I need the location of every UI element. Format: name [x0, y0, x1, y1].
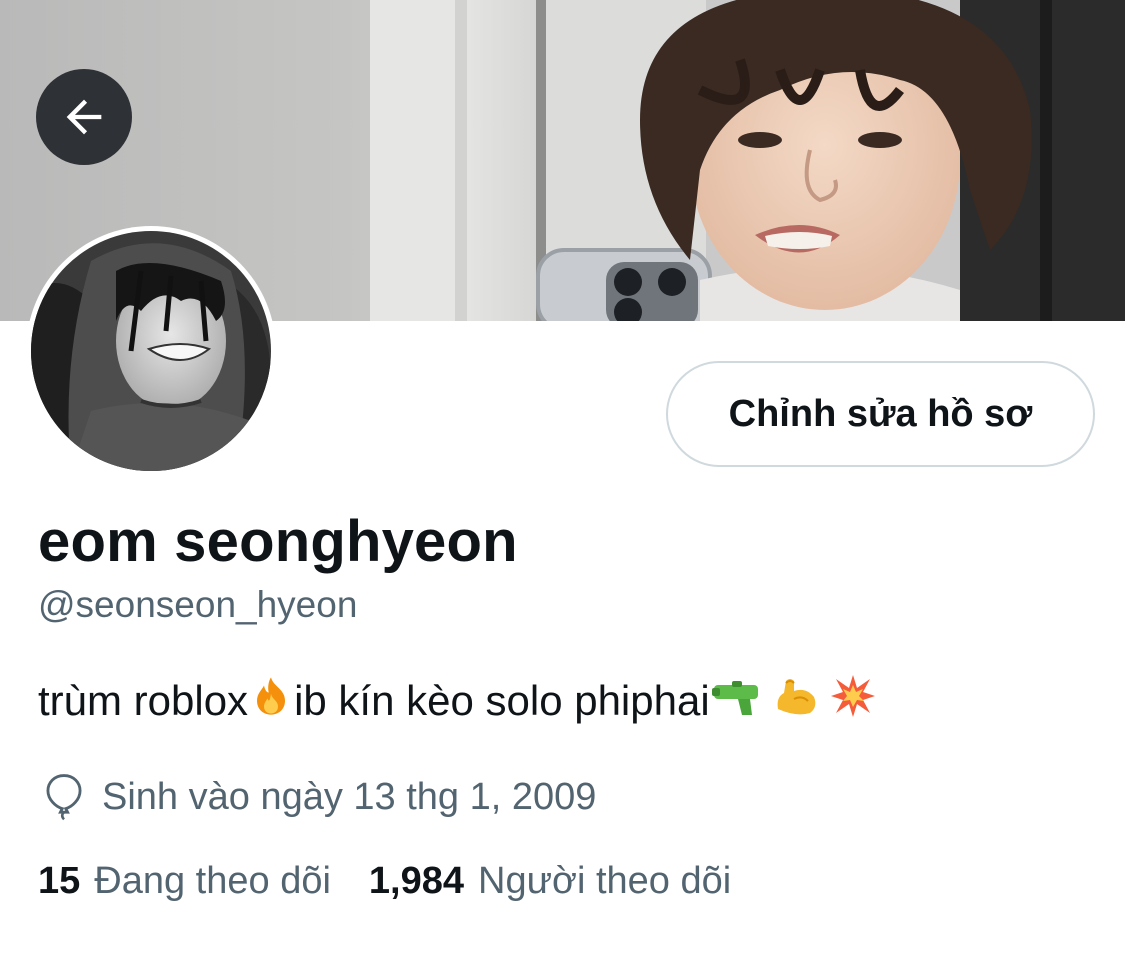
bio: trùm roblox ib kín kèo solo phiphai	[38, 673, 878, 729]
bio-text-part-2: ib kín kèo solo phiphai	[294, 677, 710, 724]
back-button[interactable]	[36, 69, 132, 165]
fire-icon	[250, 675, 292, 727]
balloon-icon	[38, 771, 90, 823]
following-label: Đang theo dõi	[94, 860, 331, 902]
arrow-left-icon	[66, 99, 102, 135]
collision-icon	[830, 673, 876, 729]
edit-profile-button[interactable]: Chỉnh sửa hồ sơ	[666, 361, 1095, 467]
followers-count: 1,984	[368, 860, 465, 902]
flexed-biceps-icon	[772, 675, 818, 727]
follow-stats: 15 Đang theo dõi 1,984 Người theo dõi	[38, 860, 731, 903]
followers-label: Người theo dõi	[478, 860, 732, 902]
birth-date-text: Sinh vào ngày 13 thg 1, 2009	[102, 775, 597, 818]
water-gun-icon	[711, 675, 762, 727]
user-handle: @seonseon_hyeon	[38, 584, 358, 625]
avatar[interactable]	[26, 226, 276, 476]
following-count: 15	[38, 860, 81, 902]
birth-date: Sinh vào ngày 13 thg 1, 2009	[38, 771, 596, 823]
bio-text-part-1: trùm roblox	[38, 677, 249, 724]
display-name: eom seonghyeon	[38, 509, 518, 574]
profile-page: Chỉnh sửa hồ sơ eom seonghyeon @seonseon…	[0, 0, 1125, 979]
following-link[interactable]: 15 Đang theo dõi	[38, 860, 331, 903]
avatar-photo	[31, 231, 271, 471]
followers-link[interactable]: 1,984 Người theo dõi	[369, 860, 731, 903]
